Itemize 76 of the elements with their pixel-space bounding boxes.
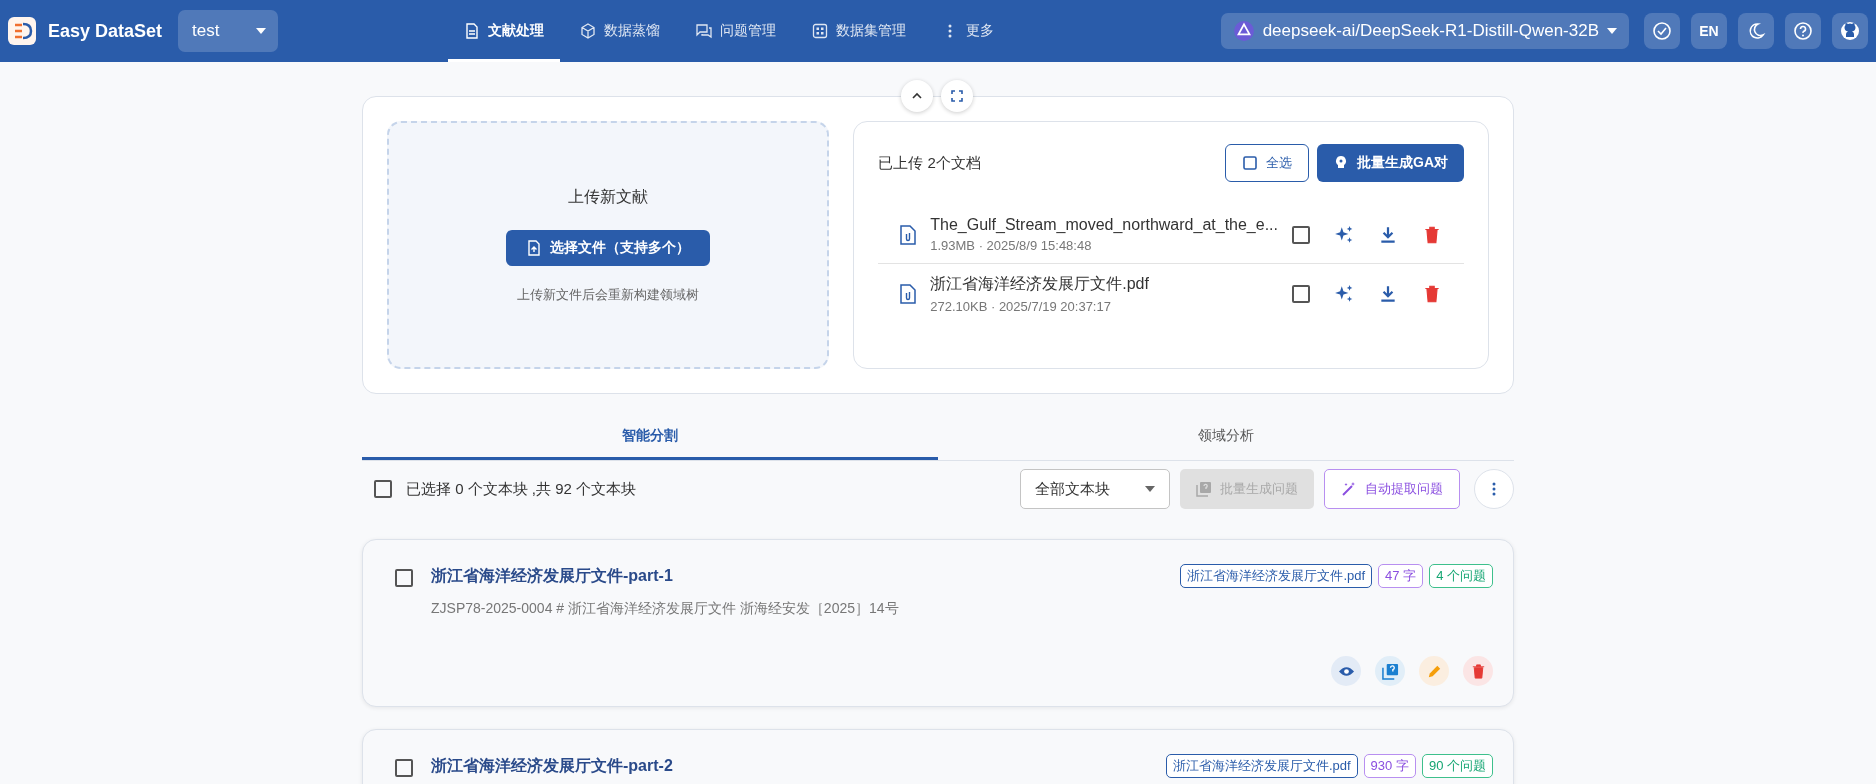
lightbulb-icon xyxy=(1333,155,1349,171)
view-tab[interactable]: 智能分割 xyxy=(362,414,938,460)
app-name: Easy DataSet xyxy=(48,20,163,42)
file-meta: 1.93MB · 2025/8/9 15:48:48 xyxy=(930,238,1093,253)
nav-tab[interactable]: 问题管理 xyxy=(680,0,792,62)
fullscreen-icon xyxy=(949,88,965,104)
magic-wand-icon xyxy=(1341,481,1357,497)
language-button[interactable]: EN xyxy=(1691,13,1727,49)
char-count-tag: 930 字 xyxy=(1363,754,1416,778)
sparkle-icon[interactable] xyxy=(1334,224,1354,245)
selection-summary: 已选择 0 个文本块 ,共 92 个文本块 xyxy=(406,479,638,499)
char-count-tag: 47 字 xyxy=(1378,564,1424,588)
check-circle-icon xyxy=(1652,21,1672,41)
help-icon xyxy=(1793,21,1813,41)
question-count-tag: 4 个问题 xyxy=(1429,564,1493,588)
chunk-checkbox[interactable] xyxy=(395,759,413,777)
nav-tab[interactable]: 更多 xyxy=(926,0,1010,62)
file-tag: 浙江省海洋经济发展厅文件.pdf xyxy=(1180,564,1373,588)
drop-zone[interactable]: 上传新文献 选择文件（支持多个） 上传新文件后会重新构建领域树 xyxy=(387,121,830,369)
chunk-preview: ZJSP78-2025-0004 # 浙江省海洋经济发展厅文件 浙海经安发［2025］14号 xyxy=(431,600,900,618)
caret-icon xyxy=(256,28,267,34)
project-select[interactable]: test xyxy=(178,10,279,52)
file-upload-icon xyxy=(526,239,543,256)
cube-icon xyxy=(580,23,596,39)
generate-questions-button[interactable] xyxy=(1375,656,1405,686)
tasks-button[interactable] xyxy=(1644,13,1680,49)
github-button[interactable] xyxy=(1832,13,1868,49)
delete-button[interactable] xyxy=(1463,656,1493,686)
file-tag: 浙江省海洋经济发展厅文件.pdf xyxy=(1165,754,1358,778)
select-all-checkbox[interactable] xyxy=(374,480,392,498)
download-icon[interactable] xyxy=(1378,224,1398,245)
model-select[interactable]: deepseek-ai/DeepSeek-R1-Distill-Qwen-32B xyxy=(1220,13,1629,49)
sparkle-icon[interactable] xyxy=(1334,284,1354,304)
grid-icon xyxy=(812,23,828,39)
uploaded-count: 已上传 2个文档 xyxy=(878,153,982,173)
upload-title: 上传新文献 xyxy=(568,186,649,207)
file-checkbox[interactable] xyxy=(1292,225,1310,244)
caret-icon xyxy=(1145,486,1155,492)
upload-hint: 上传新文件后会重新构建领域树 xyxy=(517,285,700,304)
document-icon xyxy=(464,23,480,39)
theme-button[interactable] xyxy=(1738,13,1774,49)
view-button[interactable] xyxy=(1331,656,1361,686)
choose-files-button[interactable]: 选择文件（支持多个） xyxy=(506,229,711,266)
view-tab[interactable]: 领域分析 xyxy=(938,414,1514,460)
caret-icon xyxy=(1607,28,1617,34)
file-name: 浙江省海洋经济发展厅文件.pdf xyxy=(930,274,1150,294)
file-checkbox[interactable] xyxy=(1292,285,1310,303)
checkbox-icon xyxy=(1242,155,1258,171)
model-logo-icon xyxy=(1232,20,1255,42)
auto-extract-button[interactable]: 自动提取问题 xyxy=(1324,469,1460,509)
question-stack-icon xyxy=(1196,481,1212,497)
attachment-file-icon xyxy=(900,224,917,245)
attachment-file-icon xyxy=(900,284,917,304)
collapse-button[interactable] xyxy=(901,80,933,112)
delete-icon[interactable] xyxy=(1422,224,1442,245)
logo-icon xyxy=(8,17,36,45)
file-name: The_Gulf_Stream_moved_northward_at_the_e... xyxy=(930,216,1278,234)
batch-generate-button[interactable]: 批量生成GA对 xyxy=(1317,144,1464,182)
file-meta: 272.10KB · 2025/7/19 20:37:17 xyxy=(930,299,1112,314)
moon-icon xyxy=(1746,21,1766,41)
select-all-button[interactable]: 全选 xyxy=(1225,144,1309,182)
chat-icon xyxy=(696,23,712,39)
help-button[interactable] xyxy=(1785,13,1821,49)
question-stack-icon xyxy=(1381,662,1399,680)
chunk-title: 浙江省海洋经济发展厅文件-part-2 xyxy=(431,755,674,776)
question-count-tag: 90 个问题 xyxy=(1421,754,1493,778)
github-icon xyxy=(1840,21,1860,41)
nav-tab[interactable]: 数据蒸馏 xyxy=(564,0,676,62)
download-icon[interactable] xyxy=(1378,284,1398,304)
chunk-filter-select[interactable]: 全部文本块 xyxy=(1020,469,1170,509)
nav-tab[interactable]: 文献处理 xyxy=(448,0,560,62)
nav-tab[interactable]: 数据集管理 xyxy=(796,0,922,62)
delete-icon[interactable] xyxy=(1422,284,1442,304)
chunk-checkbox[interactable] xyxy=(395,569,413,587)
fullscreen-button[interactable] xyxy=(941,80,973,112)
chunk-title: 浙江省海洋经济发展厅文件-part-1 xyxy=(431,565,674,586)
